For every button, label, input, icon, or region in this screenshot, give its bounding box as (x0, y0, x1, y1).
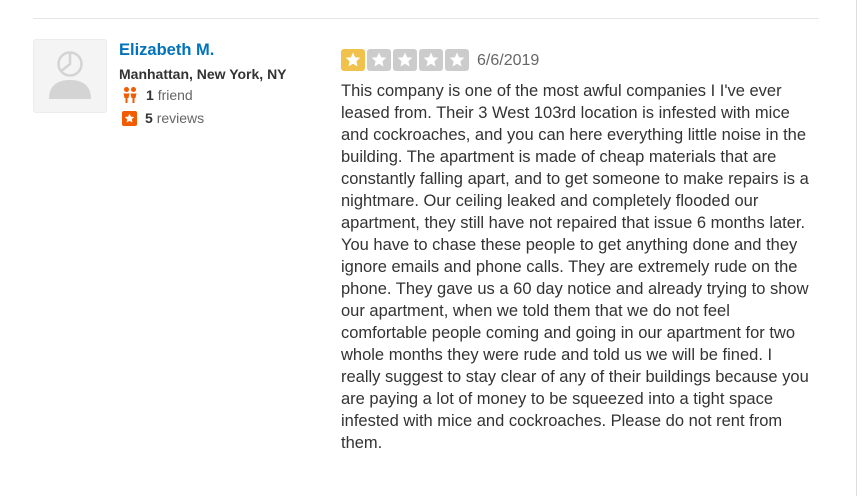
user-location: Manhattan, New York, NY (119, 66, 287, 82)
friends-count: 1 (146, 87, 154, 103)
friends-label: friend (157, 87, 193, 103)
star-icon (445, 49, 469, 71)
reviews-label: reviews (156, 110, 205, 126)
panel-edge (856, 0, 857, 496)
user-avatar[interactable] (33, 39, 107, 113)
friends-stat: 1 friend (122, 86, 193, 104)
review-text: This company is one of the most awful co… (341, 82, 809, 452)
user-silhouette-icon (49, 51, 91, 99)
star-icon (367, 49, 391, 71)
review-date: 6/6/2019 (477, 52, 540, 69)
star-icon (393, 49, 417, 71)
review-star-icon (122, 110, 137, 126)
user-name-link[interactable]: Elizabeth M. (119, 40, 214, 60)
star-icon (419, 49, 443, 71)
review-divider (33, 18, 819, 19)
reviews-stat: 5 reviews (122, 109, 204, 127)
friends-icon (123, 87, 137, 103)
star-rating (341, 49, 469, 71)
reviews-count: 5 (145, 110, 153, 126)
star-icon (341, 49, 365, 71)
